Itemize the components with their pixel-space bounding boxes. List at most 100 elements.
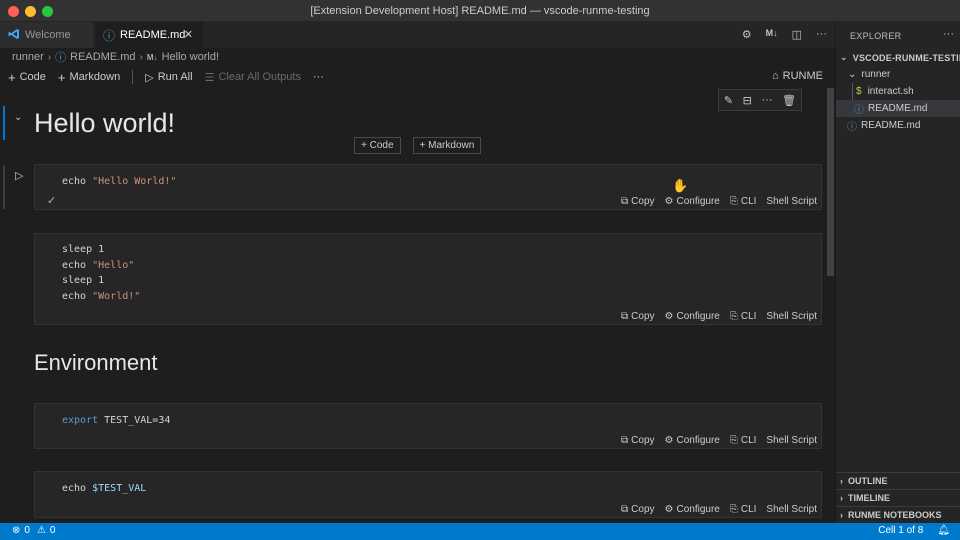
more-actions-icon[interactable]: ··· <box>816 28 827 41</box>
tree-item-file[interactable]: $ interact.sh <box>836 83 960 100</box>
explorer-sidebar: EXPLORER ··· ⌄ VSCODE-RUNME-TESTING ⌄ ru… <box>835 22 960 523</box>
add-markdown-button[interactable]: + Markdown <box>58 70 120 85</box>
cell-focus-indicator <box>3 165 5 209</box>
code-cell[interactable]: echo "Hello World!" ✓ ⧉ Copy ⚙ Configure ⎘… <box>34 164 822 210</box>
workspace-root[interactable]: ⌄ VSCODE-RUNME-TESTING <box>836 49 960 66</box>
more-actions-icon[interactable]: ··· <box>762 94 773 106</box>
copy-icon: ⧉ <box>621 435 629 446</box>
editor-scrollbar[interactable] <box>826 88 835 523</box>
timeline-section[interactable]: › TIMELINE <box>836 489 960 506</box>
clear-all-outputs-button[interactable]: ☰ Clear All Outputs <box>205 71 301 84</box>
chevron-right-icon: › <box>47 51 52 63</box>
insert-code-label: Code <box>369 140 394 151</box>
code-editor[interactable]: export TEST_VAL=34 <box>62 413 170 429</box>
language-button[interactable]: Shell Script <box>766 196 817 207</box>
info-icon: ⓘ <box>103 28 116 43</box>
code-editor[interactable]: echo "Hello World!" <box>62 174 176 190</box>
run-all-button[interactable]: ▷ Run All <box>145 71 192 84</box>
configure-button[interactable]: ⚙ Configure <box>665 196 720 207</box>
clear-outputs-label: Clear All Outputs <box>218 71 301 83</box>
toolbar-more-button[interactable]: ··· <box>313 71 324 83</box>
code-line: echo "Hello World!" <box>62 174 176 190</box>
copy-button[interactable]: ⧉ Copy <box>621 504 655 515</box>
status-right: Cell 1 of 8 🔔︎ <box>878 525 950 536</box>
copy-icon: ⧉ <box>621 196 629 207</box>
outline-section[interactable]: › OUTLINE <box>836 472 960 489</box>
language-button[interactable]: Shell Script <box>766 435 817 446</box>
copy-button[interactable]: ⧉ Copy <box>621 311 655 322</box>
tab-welcome[interactable]: Welcome <box>0 22 94 48</box>
bell-icon[interactable]: 🔔︎ <box>937 525 950 536</box>
workspace-root-label: VSCODE-RUNME-TESTING <box>852 52 960 63</box>
open-markdown-icon[interactable]: M↓ <box>766 28 778 41</box>
tree-item-file[interactable]: ⓘ README.md <box>836 117 960 134</box>
chevron-down-icon[interactable]: ⌄ <box>14 112 22 123</box>
close-tab-icon[interactable]: ✕ <box>184 28 193 41</box>
markdown-icon: M↓ <box>146 52 158 62</box>
insert-markdown-button[interactable]: + Markdown <box>412 137 482 154</box>
run-cell-icon[interactable]: ▷ <box>15 169 23 182</box>
cell-position[interactable]: Cell 1 of 8 <box>878 525 923 536</box>
cli-button[interactable]: ⎘ CLI <box>730 504 757 515</box>
tree-item-file[interactable]: ⓘ README.md <box>836 100 960 117</box>
more-actions-icon[interactable]: ··· <box>943 28 954 40</box>
edit-icon[interactable]: ✎ <box>724 94 733 107</box>
add-code-button[interactable]: + Code <box>8 70 46 85</box>
explorer-title: EXPLORER <box>850 31 902 41</box>
runme-notebooks-section[interactable]: › RUNME NOTEBOOKS <box>836 506 960 523</box>
tree-item-label: runner <box>861 69 891 80</box>
code-editor[interactable]: echo $TEST_VAL <box>62 481 146 497</box>
cli-button[interactable]: ⎘ CLI <box>730 311 757 322</box>
code-editor[interactable]: sleep 1 echo "Hello" sleep 1 echo "World!" <box>62 242 140 304</box>
language-button[interactable]: Shell Script <box>766 311 817 322</box>
split-cell-icon[interactable]: ⊟ <box>743 94 752 107</box>
language-button[interactable]: Shell Script <box>766 504 817 515</box>
code-line: export TEST_VAL=34 <box>62 413 170 429</box>
code-cell[interactable]: sleep 1 echo "Hello" sleep 1 echo "World!" … <box>34 233 822 325</box>
cell-focus-indicator <box>3 106 5 140</box>
markdown-heading[interactable]: Hello world! <box>34 108 175 139</box>
copy-label: Copy <box>631 435 655 446</box>
runme-kernel-button[interactable]: ⌂ RUNME <box>772 70 823 82</box>
cli-button[interactable]: ⎘ CLI <box>730 435 757 446</box>
scrollbar-thumb[interactable] <box>827 88 834 276</box>
chevron-right-icon: › <box>840 493 843 503</box>
run-all-label: Run All <box>157 71 193 83</box>
split-editor-icon[interactable]: ◫ <box>792 28 802 41</box>
info-icon: ⓘ <box>847 122 857 133</box>
configure-button[interactable]: ⚙ Configure <box>665 311 720 322</box>
insert-code-button[interactable]: + Code <box>354 137 401 154</box>
cli-label: CLI <box>740 196 757 207</box>
error-count: 0 <box>24 525 30 536</box>
breadcrumb-item[interactable]: Hello world! <box>162 51 219 63</box>
insert-markdown-label: Markdown <box>428 140 475 151</box>
tree-item-folder[interactable]: ⌄ runner <box>836 66 960 83</box>
code-line: sleep 1 <box>62 242 140 258</box>
code-cell[interactable]: export TEST_VAL=34 ⧉ Copy ⚙ Configure ⎘ CLI… <box>34 403 822 449</box>
gear-icon: ⚙ <box>664 435 674 446</box>
cli-label: CLI <box>740 311 757 322</box>
problems-indicator[interactable]: ⊗ 0 ⚠ 0 <box>12 525 55 536</box>
code-cell[interactable]: echo $TEST_VAL ⧉ Copy ⚙ Configure ⎘ CLI She… <box>34 471 822 518</box>
code-line: echo "World!" <box>62 289 140 305</box>
warning-icon: ⚠ <box>36 525 46 536</box>
gear-icon[interactable]: ⚙ <box>742 28 752 41</box>
tab-label: Welcome <box>25 29 71 41</box>
breadcrumb-item[interactable]: runner <box>12 51 44 63</box>
check-icon: ✓ <box>47 195 57 207</box>
copy-button[interactable]: ⧉ Copy <box>621 196 655 207</box>
code-token: export <box>62 415 99 426</box>
warning-count: 0 <box>49 525 56 536</box>
configure-button[interactable]: ⚙ Configure <box>665 504 720 515</box>
delete-icon[interactable]: 🗑 <box>782 94 796 107</box>
copy-button[interactable]: ⧉ Copy <box>621 435 655 446</box>
configure-label: Configure <box>676 196 720 207</box>
configure-button[interactable]: ⚙ Configure <box>665 435 720 446</box>
markdown-heading[interactable]: Environment <box>34 350 158 376</box>
runme-label: RUNME <box>782 70 823 82</box>
breadcrumb-item[interactable]: README.md <box>70 51 135 63</box>
copy-icon: ⧉ <box>621 504 629 515</box>
toolbar-divider <box>132 70 134 84</box>
cli-button[interactable]: ⎘ CLI <box>730 196 757 207</box>
tab-readme[interactable]: ⓘ README.md ✕ <box>95 22 203 48</box>
